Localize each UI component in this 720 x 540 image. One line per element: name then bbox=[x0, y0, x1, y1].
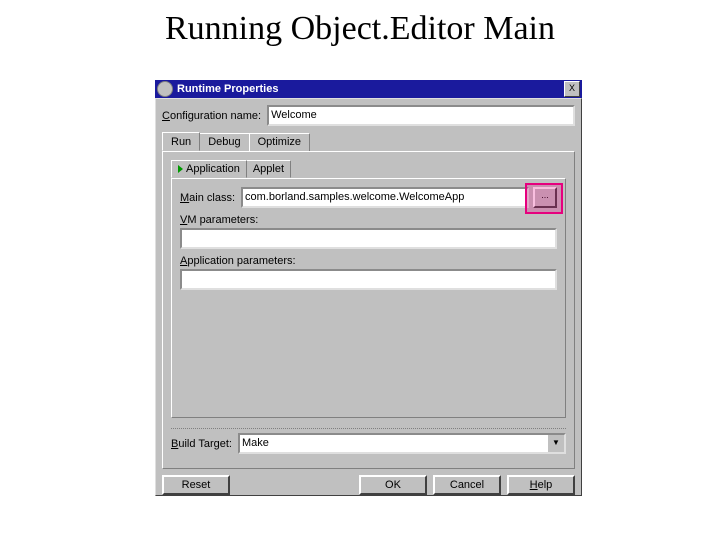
tab-application[interactable]: Application bbox=[171, 160, 247, 178]
tab-run[interactable]: Run bbox=[162, 132, 200, 151]
reset-button[interactable]: Reset bbox=[162, 475, 230, 495]
play-icon bbox=[178, 165, 183, 173]
tab-application-label: Application bbox=[186, 163, 240, 175]
chevron-down-icon[interactable]: ▼ bbox=[548, 433, 566, 454]
help-button[interactable]: Help bbox=[507, 475, 575, 495]
slide-title: Running Object.Editor Main bbox=[0, 10, 720, 48]
main-class-row: Main class: com.borland.samples.welcome.… bbox=[180, 187, 557, 208]
main-class-input[interactable]: com.borland.samples.welcome.WelcomeApp bbox=[241, 187, 529, 208]
application-panel: Main class: com.borland.samples.welcome.… bbox=[171, 178, 566, 418]
build-target-value[interactable]: Make bbox=[238, 433, 548, 454]
build-target-row: Build Target: Make ▼ bbox=[171, 428, 566, 454]
window-title: Runtime Properties bbox=[177, 83, 564, 95]
vm-params-input[interactable] bbox=[180, 228, 557, 249]
cancel-button[interactable]: Cancel bbox=[433, 475, 501, 495]
tab-optimize[interactable]: Optimize bbox=[249, 133, 310, 152]
runtime-properties-dialog: Runtime Properties X Configuration name:… bbox=[155, 80, 582, 496]
vm-params-label: VM parameters: bbox=[180, 214, 551, 226]
tab-debug[interactable]: Debug bbox=[199, 133, 249, 152]
ok-button[interactable]: OK bbox=[359, 475, 427, 495]
config-name-input[interactable]: Welcome bbox=[267, 105, 575, 126]
build-target-combo[interactable]: Make ▼ bbox=[238, 433, 566, 454]
tab-applet[interactable]: Applet bbox=[246, 160, 291, 178]
app-params-label: Application parameters: bbox=[180, 255, 551, 267]
main-class-label: Main class: bbox=[180, 192, 235, 204]
main-class-browse-button[interactable]: ... bbox=[533, 187, 557, 208]
dialog-buttons: Reset OK Cancel Help bbox=[162, 475, 575, 495]
config-name-label: Configuration name: bbox=[162, 110, 261, 122]
inner-tabs: Application Applet bbox=[171, 160, 566, 178]
app-params-block: Application parameters: bbox=[180, 255, 557, 290]
system-icon bbox=[157, 81, 173, 97]
titlebar[interactable]: Runtime Properties X bbox=[155, 80, 582, 98]
dialog-client: Configuration name: Welcome Run Debug Op… bbox=[155, 98, 582, 496]
main-tabs: Run Debug Optimize bbox=[162, 132, 575, 151]
run-tab-panel: Application Applet Main class: com.borla… bbox=[162, 151, 575, 469]
vm-params-block: VM parameters: bbox=[180, 214, 557, 249]
build-target-label: Build Target: bbox=[171, 438, 232, 450]
config-name-row: Configuration name: Welcome bbox=[162, 105, 575, 126]
app-params-input[interactable] bbox=[180, 269, 557, 290]
close-button[interactable]: X bbox=[564, 81, 580, 97]
